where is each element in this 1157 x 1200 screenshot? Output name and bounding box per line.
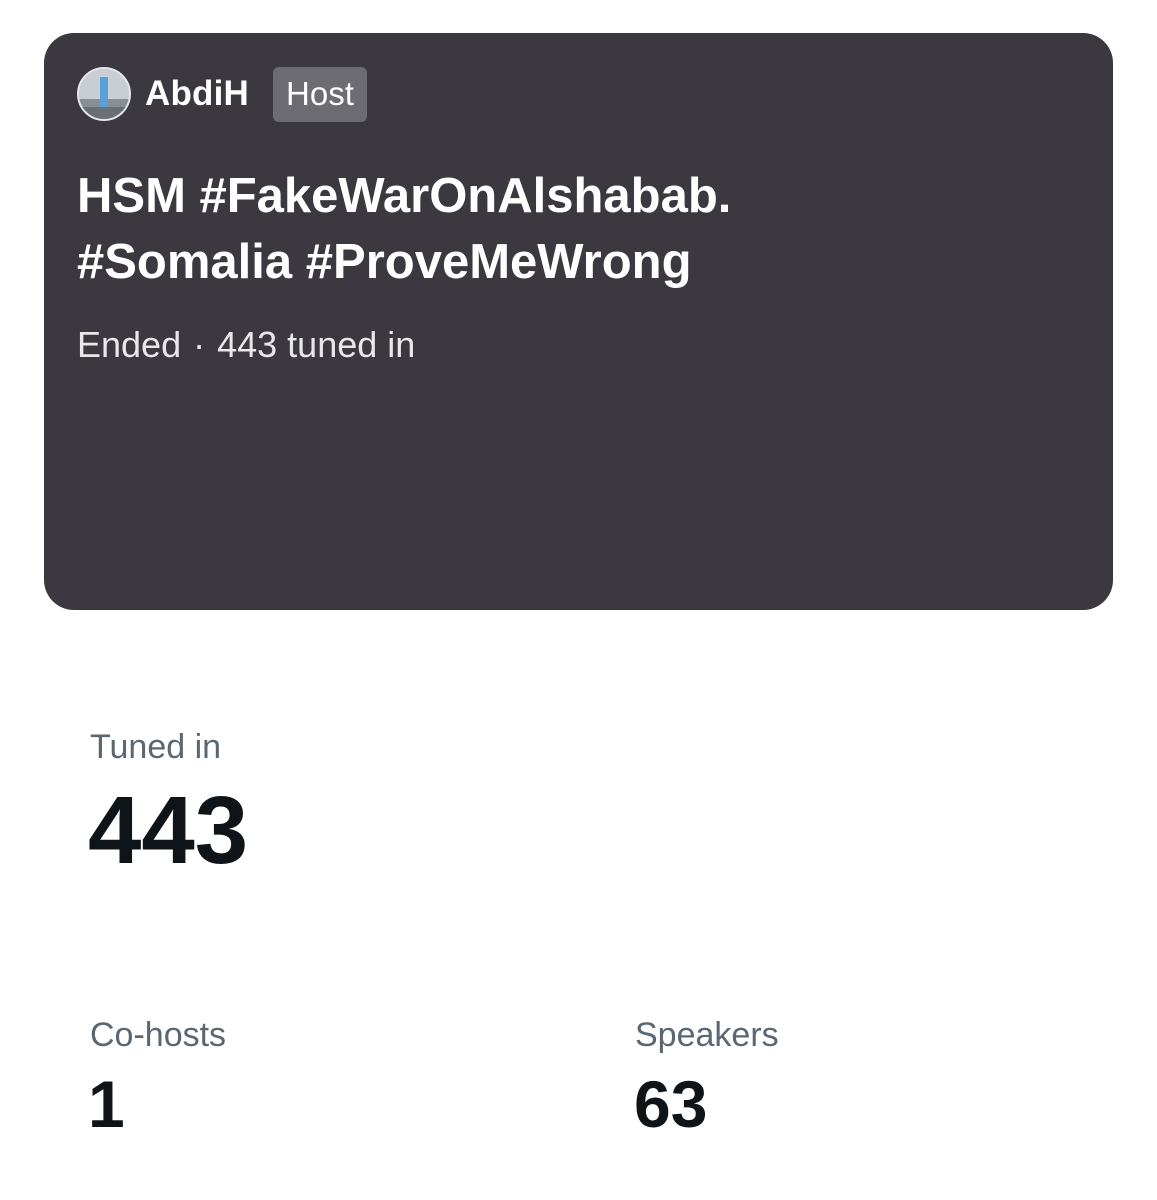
tuned-in-label: Tuned in xyxy=(90,728,222,766)
cohosts-label: Co-hosts xyxy=(90,1016,227,1054)
status-separator: · xyxy=(193,324,206,365)
tuned-in-value: 443 xyxy=(88,777,249,884)
tuned-in-count-text: 443 tuned in xyxy=(217,324,416,365)
space-title: HSM #FakeWarOnAlshabab. #Somalia #ProveM… xyxy=(77,163,1077,295)
speakers-label: Speakers xyxy=(635,1016,779,1054)
space-card[interactable]: AbdiH Host HSM #FakeWarOnAlshabab. #Soma… xyxy=(44,33,1113,610)
host-badge: Host xyxy=(273,66,367,122)
host-name[interactable]: AbdiH xyxy=(145,74,249,114)
status-text: Ended xyxy=(77,324,182,365)
speakers-value: 63 xyxy=(634,1067,708,1141)
cohosts-value: 1 xyxy=(88,1067,125,1141)
space-title-line-1: HSM #FakeWarOnAlshabab. xyxy=(77,169,732,223)
space-title-line-2: #Somalia #ProveMeWrong xyxy=(77,235,692,289)
space-status: Ended · 443 tuned in xyxy=(77,323,415,367)
avatar-icon xyxy=(79,69,129,119)
host-row: AbdiH Host xyxy=(77,66,367,122)
host-avatar[interactable] xyxy=(77,67,131,121)
